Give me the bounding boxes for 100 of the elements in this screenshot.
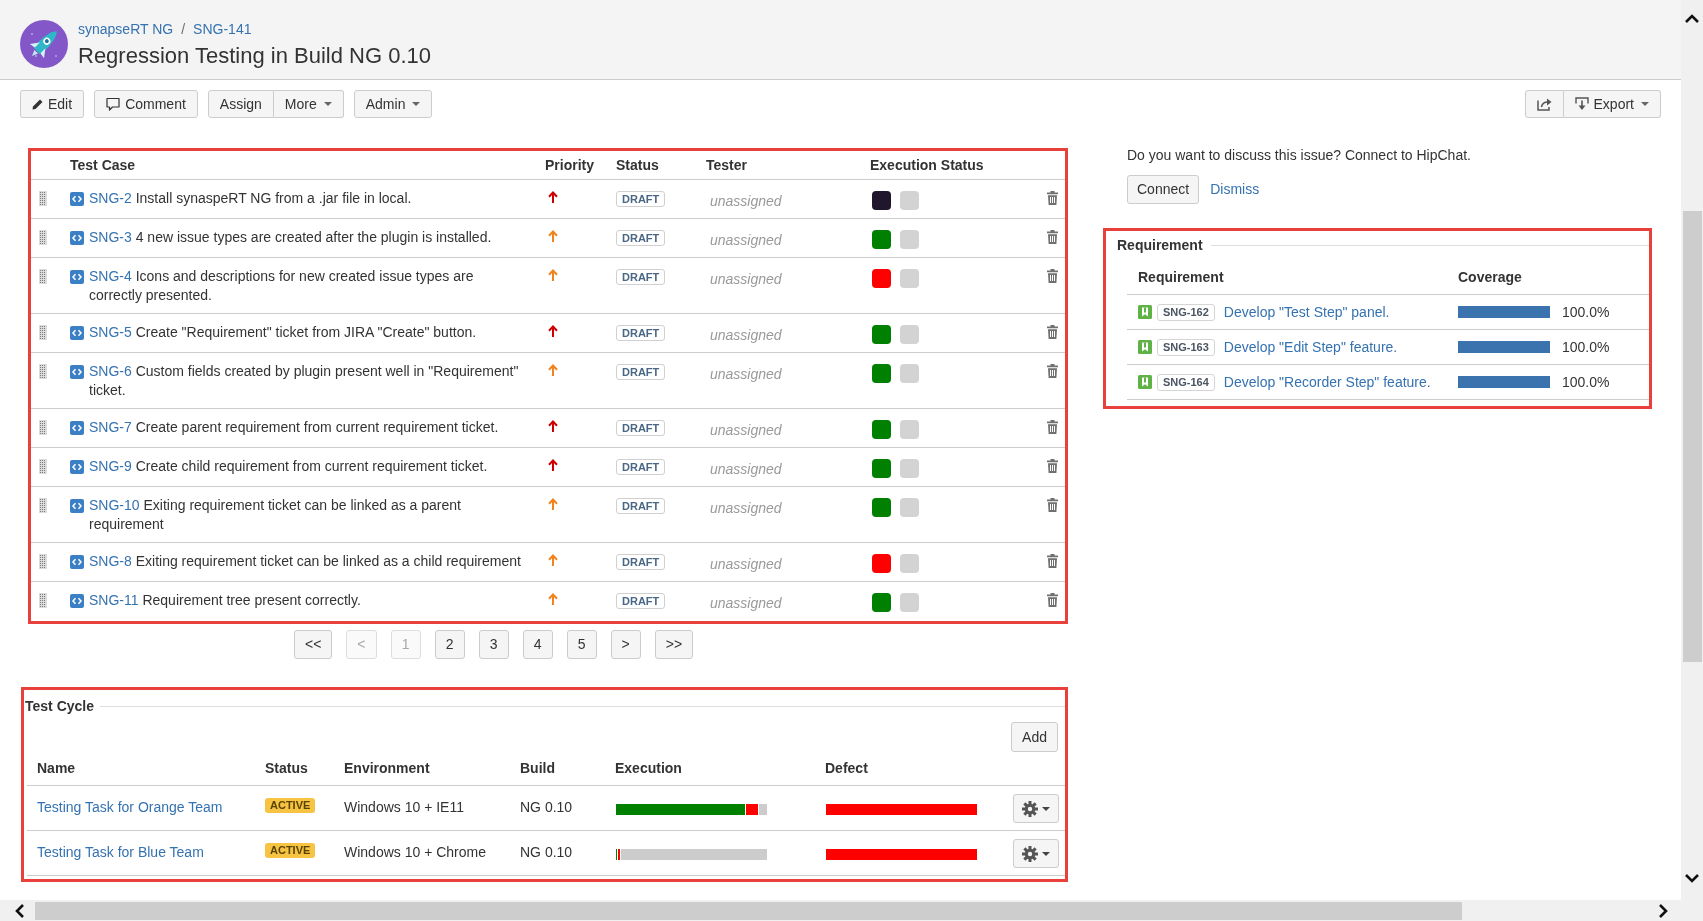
test-cycle-link[interactable]: Testing Task for Orange Team — [37, 799, 223, 815]
pagination-button[interactable]: 3 — [478, 630, 509, 659]
gear-icon — [1022, 845, 1038, 862]
code-brackets-icon — [70, 326, 84, 340]
export-button[interactable]: Export — [1563, 90, 1661, 118]
issue-key-link[interactable]: SNG-11 — [89, 592, 139, 608]
test-case-summary: SNG-5 Create "Requirement" ticket from JIRA "Create" button. — [89, 323, 478, 342]
trash-icon[interactable] — [1047, 420, 1058, 434]
tester-text: unassigned — [710, 555, 782, 573]
issue-key-link[interactable]: SNG-8 — [89, 553, 132, 569]
toolbar-button[interactable]: Assign — [207, 90, 274, 118]
coverage-percent: 100.0% — [1562, 302, 1610, 322]
status-lozenge: DRAFT — [616, 420, 666, 436]
build-text: NG 0.10 — [520, 844, 573, 860]
share-button[interactable] — [1524, 90, 1564, 118]
horizontal-scrollbar[interactable] — [0, 900, 1703, 921]
drag-handle-icon[interactable] — [39, 364, 47, 379]
tester-text: unassigned — [710, 326, 782, 344]
breadcrumb-link[interactable]: SNG-141 — [193, 20, 252, 38]
dismiss-link[interactable]: Dismiss — [1210, 179, 1260, 200]
requirement-link[interactable]: Develop "Recorder Step" feature. — [1223, 371, 1431, 393]
bookmark-tile-icon — [1138, 375, 1152, 389]
column-header: Coverage — [1458, 268, 1522, 287]
settings-menu-button[interactable] — [1013, 839, 1059, 868]
trash-icon[interactable] — [1047, 325, 1058, 339]
issue-key-link[interactable]: SNG-7 — [89, 419, 132, 435]
issue-key-link[interactable]: SNG-5 — [89, 324, 132, 340]
status-lozenge: ACTIVE — [265, 843, 316, 858]
vertical-scrollbar[interactable] — [1681, 0, 1703, 900]
pagination-button[interactable]: 5 — [566, 630, 597, 659]
issue-key-link[interactable]: SNG-4 — [89, 268, 132, 284]
trash-icon[interactable] — [1047, 554, 1058, 568]
build-text: NG 0.10 — [520, 799, 573, 815]
pagination-button[interactable]: > — [610, 630, 641, 659]
issue-title: Regression Testing in Build NG 0.10 — [78, 43, 431, 69]
hipchat-message: Do you want to discuss this issue? Connect to HipChat. — [1126, 146, 1472, 164]
tester-text: unassigned — [710, 594, 782, 612]
environment-text: Windows 10 + IE11 — [344, 799, 464, 815]
caret-icon — [323, 102, 332, 106]
drag-handle-icon[interactable] — [39, 325, 47, 340]
test-case-summary: SNG-11 Requirement tree present correctly. — [89, 591, 362, 610]
download-icon — [1574, 97, 1589, 111]
requirement-link[interactable]: Develop "Edit Step" feature. — [1223, 336, 1398, 358]
settings-menu-button[interactable] — [1013, 794, 1059, 823]
caret-icon — [1641, 102, 1649, 106]
test-case-summary: SNG-9 Create child requirement from current requirement ticket. — [89, 457, 489, 476]
drag-handle-icon[interactable] — [39, 498, 47, 513]
drag-handle-icon[interactable] — [39, 230, 47, 245]
caret-icon — [1042, 806, 1050, 811]
status-lozenge: DRAFT — [616, 325, 666, 341]
drag-handle-icon[interactable] — [39, 459, 47, 474]
pagination-button[interactable]: << — [294, 630, 333, 659]
add-button[interactable]: Add — [1011, 722, 1058, 752]
issue-key-lozenge: SNG-164 — [1157, 373, 1215, 391]
test-case-summary: SNG-3 4 new issue types are created after the plugin is installed. — [89, 228, 493, 247]
speech-bubble-icon — [106, 97, 121, 111]
code-brackets-icon — [70, 594, 84, 608]
tester-text: unassigned — [710, 421, 782, 439]
breadcrumb-link[interactable]: synapseRT NG — [78, 20, 174, 38]
drag-handle-icon[interactable] — [39, 420, 47, 435]
scrollbar-thumb[interactable] — [35, 901, 1462, 920]
issue-key-link[interactable]: SNG-2 — [89, 190, 132, 206]
issue-key-link[interactable]: SNG-9 — [89, 458, 132, 474]
trash-icon[interactable] — [1047, 498, 1058, 512]
edit-button[interactable]: Edit — [20, 90, 85, 118]
tester-text: unassigned — [710, 231, 782, 249]
drag-handle-icon[interactable] — [39, 554, 47, 569]
column-header: Test Case — [70, 155, 136, 175]
drag-handle-icon[interactable] — [39, 191, 47, 206]
pagination-button[interactable]: 4 — [522, 630, 553, 659]
issue-key-link[interactable]: SNG-6 — [89, 363, 132, 379]
trash-icon[interactable] — [1047, 459, 1058, 473]
column-header: Tester — [706, 155, 747, 175]
scrollbar-thumb[interactable] — [1682, 211, 1702, 662]
trash-icon[interactable] — [1047, 269, 1058, 283]
trash-icon[interactable] — [1047, 593, 1058, 607]
column-header: Build — [520, 759, 555, 778]
dropdown-button[interactable]: More — [273, 90, 344, 118]
drag-handle-icon[interactable] — [39, 269, 47, 284]
code-brackets-icon — [70, 192, 84, 206]
drag-handle-icon[interactable] — [39, 593, 47, 608]
pagination-button[interactable]: 2 — [434, 630, 465, 659]
test-case-summary: SNG-10 Exiting requirement ticket can be linked as a parent requirement — [89, 496, 462, 534]
trash-icon[interactable] — [1047, 191, 1058, 205]
status-lozenge: DRAFT — [616, 364, 666, 380]
pagination-button[interactable]: >> — [654, 630, 694, 659]
pencil-icon — [32, 98, 43, 110]
trash-icon[interactable] — [1047, 230, 1058, 244]
section-title: Requirement — [1117, 236, 1203, 254]
test-cycle-link[interactable]: Testing Task for Blue Team — [37, 844, 204, 860]
connect-button[interactable]: Connect — [1127, 175, 1200, 204]
dropdown-button[interactable]: Admin — [353, 90, 433, 118]
issue-key-link[interactable]: SNG-10 — [89, 497, 140, 513]
issue-key-link[interactable]: SNG-3 — [89, 229, 132, 245]
trash-icon[interactable] — [1047, 364, 1058, 378]
comment-button[interactable]: Comment — [94, 90, 198, 118]
issue-key-lozenge: SNG-162 — [1157, 303, 1215, 321]
tester-text: unassigned — [710, 365, 782, 383]
requirement-link[interactable]: Develop "Test Step" panel. — [1223, 301, 1390, 323]
rocket-avatar-icon — [20, 20, 68, 68]
